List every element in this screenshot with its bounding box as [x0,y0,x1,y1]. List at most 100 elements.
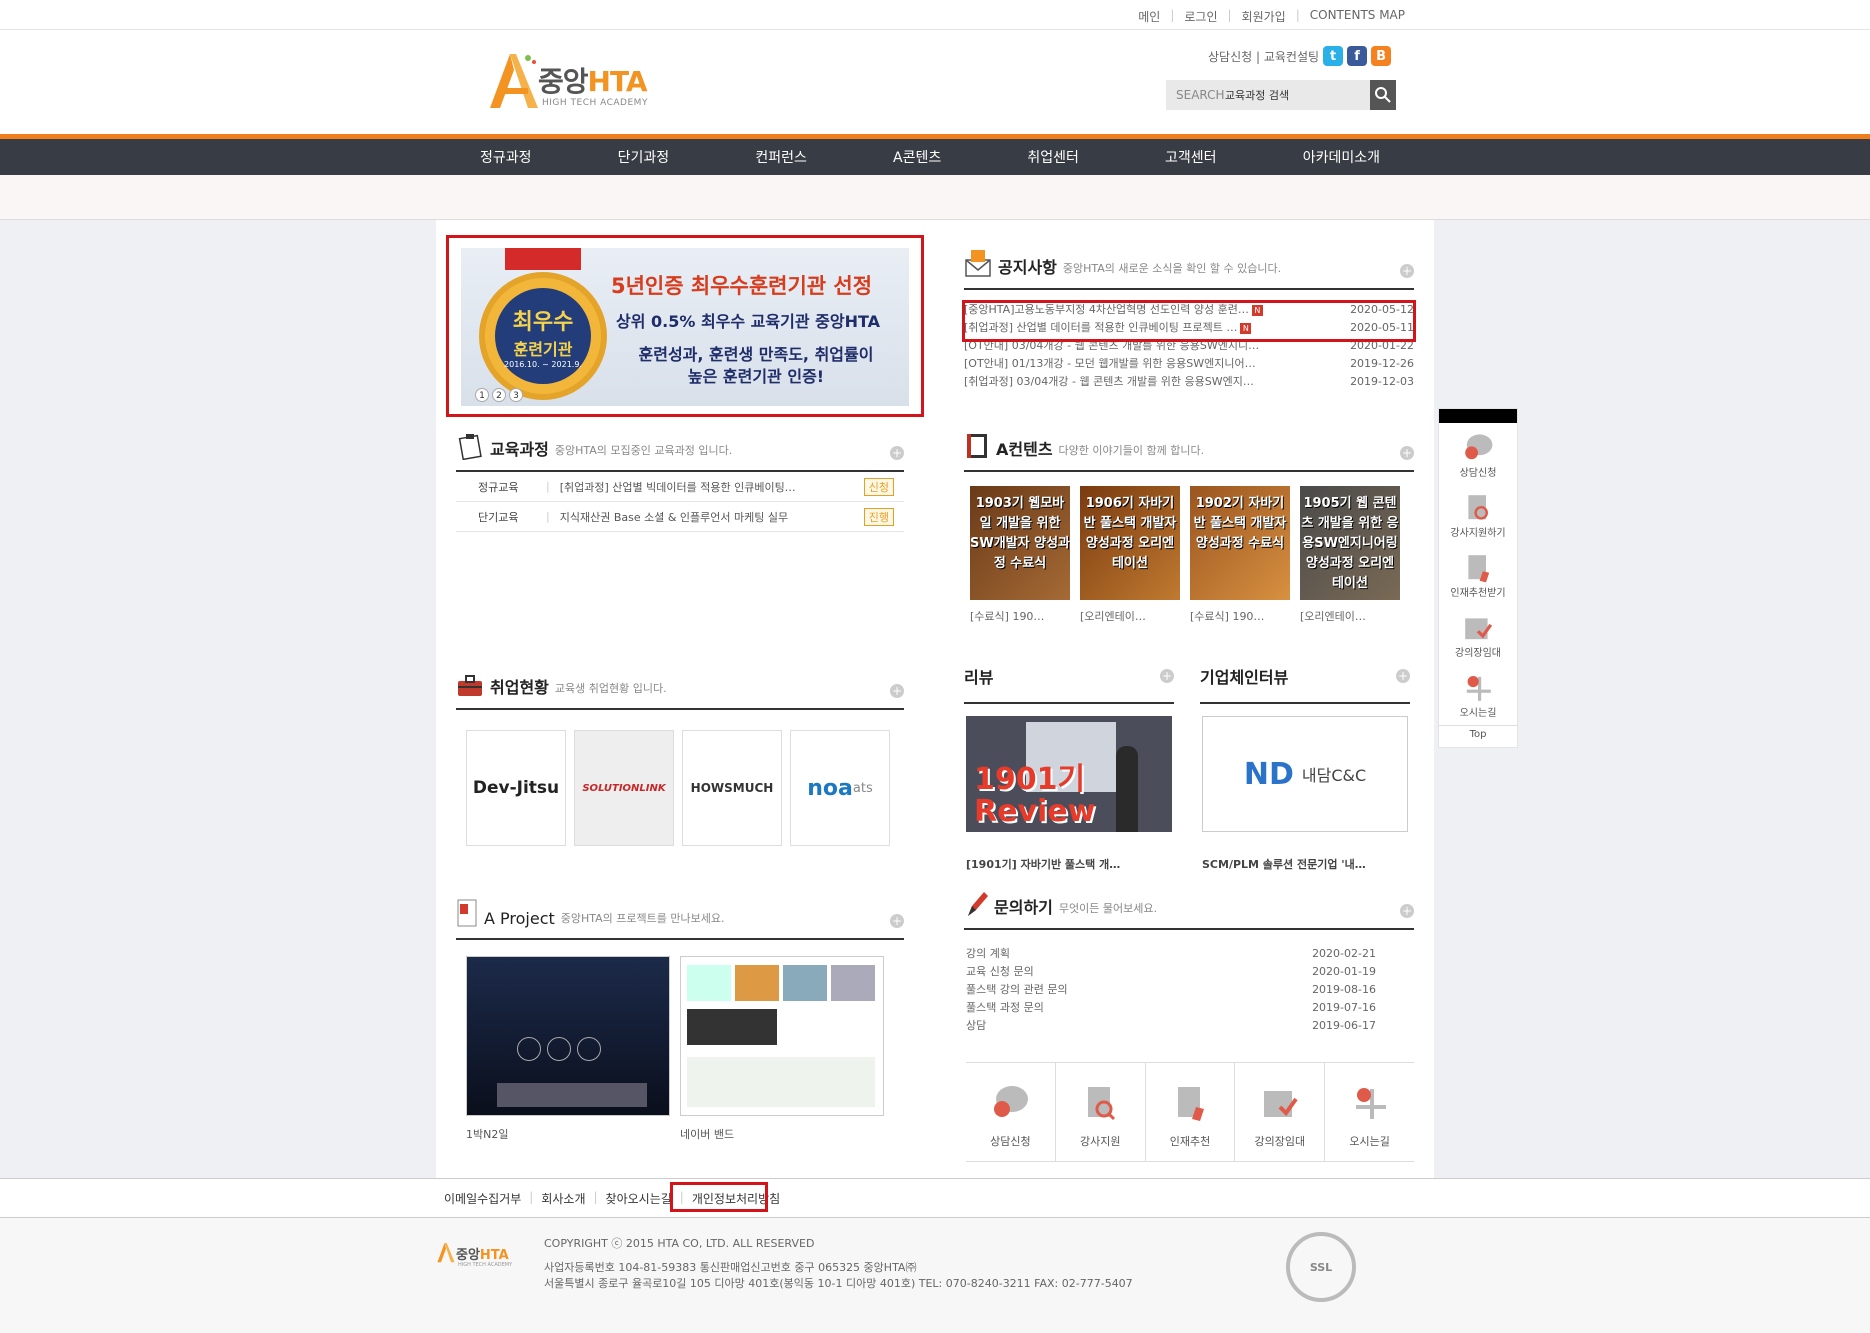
employment-subtitle: 교육생 취업현황 입니다. [554,682,667,695]
document-pen-icon [1177,1087,1204,1121]
medal-text-1: 최우수 [512,309,574,335]
project-caption: 네이버 밴드 [680,1128,735,1141]
logo-a-icon [437,1243,455,1263]
acontents-item[interactable]: 1906기 자바기반 풀스택 개발자 양성과정 오리엔테이션 [오리엔테이… [1080,486,1180,624]
course-row[interactable]: 정규교육 | [취업과정] 산업별 빅데이터를 적용한 인큐베이팅… 신청 [456,472,904,502]
side-talent[interactable]: 인재추천받기 [1439,543,1517,603]
util-home-link[interactable]: 메인 [1128,8,1170,25]
nav-short-course[interactable]: 단기과정 [588,147,700,167]
nav-conference[interactable]: 컨퍼런스 [725,147,837,167]
project-more-icon[interactable]: + [890,914,904,928]
company-logo-mark: ND [1243,756,1294,792]
footer-email-refusal-link[interactable]: 이메일수집거부 [436,1190,529,1207]
blog-icon[interactable]: B [1371,46,1392,66]
project-gallery [687,965,875,1001]
book-icon [967,434,987,458]
acontents-more-icon[interactable]: + [1400,446,1414,460]
interview-caption[interactable]: SCM/PLM 솔루션 전문기업 '내… [1202,856,1366,872]
project-item[interactable]: 1박N2일 [466,956,670,1142]
review-caption[interactable]: [1901기] 자바기반 풀스택 개… [966,856,1120,872]
medal-text-2: 훈련기관 [513,339,573,359]
banner-dot-2[interactable]: 2 [492,388,506,402]
side-room-rental[interactable]: 강의장임대 [1439,603,1517,663]
inquiry-title: 문의하기 [994,898,1053,917]
search-input[interactable] [1224,88,1370,102]
notice-more-icon[interactable]: + [1400,264,1414,278]
footer-company-link[interactable]: 회사소개 [533,1190,593,1207]
notice-row[interactable]: [취업과정] 03/04개강 - 웹 콘텐츠 개발를 위한 응용SW엔지… 201… [964,372,1414,390]
acontents-caption: [수료식] 190… [1190,610,1265,623]
course-more-icon[interactable]: + [890,446,904,460]
side-instructor[interactable]: 강사지원하기 [1439,483,1517,543]
course-row[interactable]: 단기교육 | 지식재산권 Base 소셜 & 인플루언서 마케팅 실무 진행 [456,502,904,532]
quick-talent[interactable]: 인재추천 [1146,1063,1236,1161]
nav-regular-course[interactable]: 정규과정 [450,147,562,167]
inquiry-row[interactable]: 풀스택 과정 문의 2019-07-16 [966,998,1376,1016]
quick-menu: 상담신청 강사지원 인재추천 강의장임대 오시는길 [966,1062,1414,1162]
notice-row[interactable]: [OT안내] 01/13개강 - 모던 웹개발를 위한 응용SW엔지니어… 201… [964,354,1414,372]
side-directions[interactable]: 오시는길 [1439,663,1517,723]
quick-instructor[interactable]: 강사지원 [1056,1063,1146,1161]
banner-dot-1[interactable]: 1 [475,388,489,402]
background-left [0,220,436,1178]
acontents-item[interactable]: 1905기 웹 콘텐츠 개발을 위한 응용SW엔지니어링 양성과정 오리엔테이션… [1300,486,1400,624]
banner-dot-3[interactable]: 3 [509,388,523,402]
divider [964,702,1174,704]
employment-logos: Dev-Jitsu SOLUTIONLINK HOWSMUCH noa ats [466,730,890,846]
interview-thumbnail[interactable]: ND 내담C&C [1202,716,1408,832]
nav-customer-center[interactable]: 고객센터 [1135,147,1247,167]
interview-more-icon[interactable]: + [1396,669,1410,683]
side-top-button[interactable]: Top [1439,725,1517,740]
inquiry-row[interactable]: 교육 신청 문의 2020-01-19 [966,962,1376,980]
search-button[interactable] [1369,80,1396,110]
nav-career-center[interactable]: 취업센터 [997,147,1109,167]
util-login-link[interactable]: 로그인 [1174,8,1227,25]
review-more-icon[interactable]: + [1160,669,1174,683]
project-caption: 1박N2일 [466,1128,509,1141]
review-thumbnail[interactable]: 1901기 Review [966,716,1172,832]
twitter-icon[interactable]: t [1323,46,1344,66]
consult-text[interactable]: 상담신청 | 교육컨설팅 [1208,48,1319,65]
search-label: SEARCH [1176,88,1225,102]
employment-title: 취업현황 [490,678,549,697]
facebook-icon[interactable]: f [1347,46,1368,66]
company-logo[interactable]: Dev-Jitsu [466,730,566,846]
util-join-link[interactable]: 회원가입 [1232,8,1296,25]
company-logo[interactable]: HOWSMUCH [682,730,782,846]
inquiry-more-icon[interactable]: + [1400,904,1414,918]
acontents-thumbnail: 1906기 자바기반 풀스택 개발자 양성과정 오리엔테이션 [1080,486,1180,600]
banner-subline: 상위 0.5% 최우수 교육기관 중앙HTA [616,312,881,331]
project-photo [687,1009,777,1045]
project-strip [497,1083,647,1107]
util-contents-map-link[interactable]: CONTENTS MAP [1300,8,1415,25]
medal-ribbon [505,248,581,270]
acontents-thumbnail: 1903기 웹모바일 개발을 위한 SW개발자 양성과정 수료식 [970,486,1070,600]
search-box: SEARCH [1166,80,1396,110]
side-quick-bar: 상담신청 강사지원하기 인재추천받기 강의장임대 오시는길 Top [1438,408,1518,748]
side-consult[interactable]: 상담신청 [1439,423,1517,483]
main-banner[interactable]: 최우수 훈련기관 2016.10. ~ 2021.9. 5년인증 최우수훈련기관… [446,235,924,417]
footer-directions-link[interactable]: 찾아오시는길 [598,1190,680,1207]
company-logo[interactable]: noa ats [790,730,890,846]
company-logo[interactable]: SOLUTIONLINK [574,730,674,846]
employment-more-icon[interactable]: + [890,684,904,698]
inquiry-row[interactable]: 강의 계획 2020-02-21 [966,944,1376,962]
quick-room-rental[interactable]: 강의장임대 [1235,1063,1326,1161]
notice-subtitle: 중앙HTA의 새로운 소식을 확인 할 수 있습니다. [1062,262,1282,275]
project-section: A Project 중앙HTA의 프로젝트를 만나보세요. + [456,898,904,940]
nav-academy-intro[interactable]: 아카데미소개 [1273,147,1410,167]
chat-bubble-icon [1465,434,1493,460]
medal-text-3: 2016.10. ~ 2021.9. [504,359,582,369]
document-pen-icon [1468,555,1490,583]
inquiry-row[interactable]: 풀스택 강의 관련 문의 2019-08-16 [966,980,1376,998]
acontents-item[interactable]: 1903기 웹모바일 개발을 위한 SW개발자 양성과정 수료식 [수료식] 1… [970,486,1070,624]
nav-acontents[interactable]: A콘텐츠 [863,147,971,167]
quick-consult[interactable]: 상담신청 [966,1063,1056,1161]
site-logo[interactable]: 중앙HTA HIGH TECH ACADEMY [486,52,656,116]
inquiry-row[interactable]: 상담 2019-06-17 [966,1016,1376,1034]
course-subtitle: 중앙HTA의 모집중인 교육과정 입니다. [554,444,733,457]
acontents-item[interactable]: 1902기 자바기반 풀스택 개발자 양성과정 수료식 [수료식] 190… [1190,486,1290,624]
quick-directions[interactable]: 오시는길 [1325,1063,1414,1161]
project-item[interactable]: 네이버 밴드 [680,956,884,1142]
calendar-check-icon [1465,618,1493,640]
